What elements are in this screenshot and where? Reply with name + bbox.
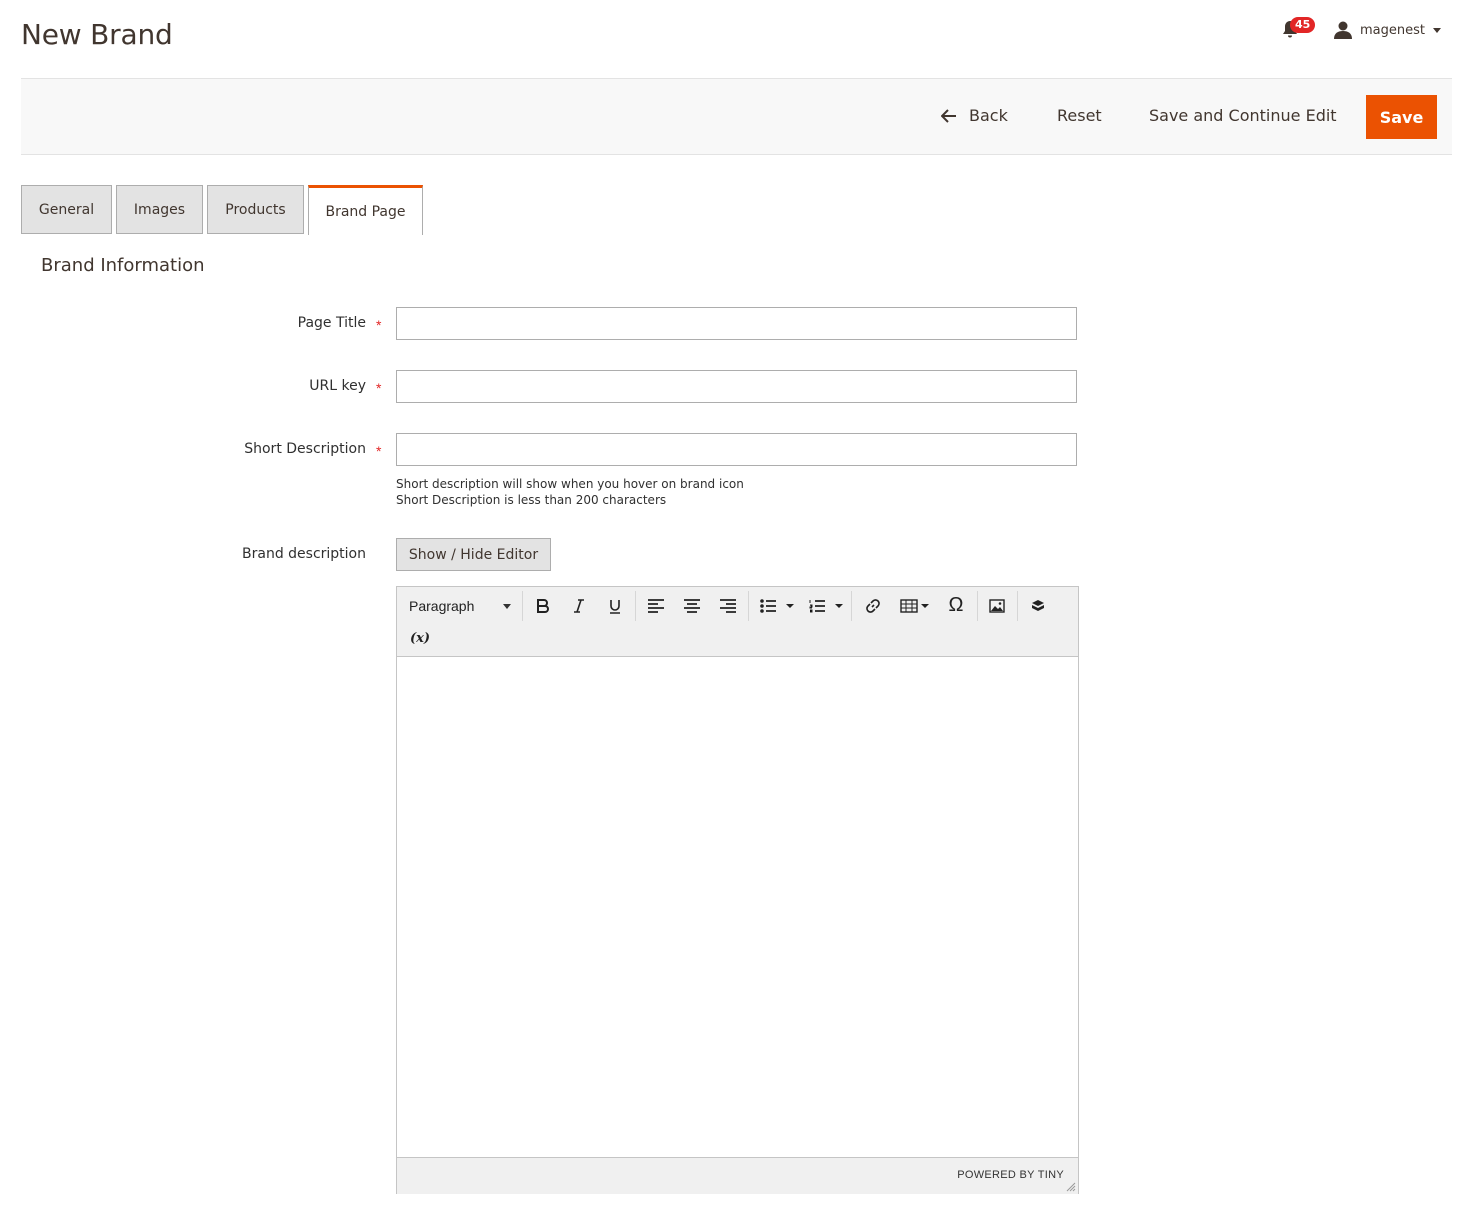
chevron-down-icon	[503, 603, 511, 609]
chevron-down-icon	[1433, 27, 1441, 33]
toolbar-divider	[851, 591, 852, 621]
align-left-icon[interactable]	[646, 595, 666, 617]
reset-button[interactable]: Reset	[1057, 106, 1102, 125]
image-icon[interactable]	[987, 595, 1007, 617]
wysiwyg-editor: Paragraph Ω (x) POWERED BY TINY	[396, 586, 1079, 1194]
tab-images[interactable]: Images	[116, 185, 203, 234]
tab-bar: General Images Products Brand Page	[21, 185, 427, 235]
short-description-note-1: Short description will show when you hov…	[396, 477, 744, 491]
back-button[interactable]: Back	[941, 106, 1008, 125]
format-select[interactable]: Paragraph	[401, 594, 519, 618]
editor-toolbar: Paragraph Ω (x)	[397, 587, 1078, 657]
tab-products[interactable]: Products	[207, 185, 304, 234]
bold-icon[interactable]	[533, 595, 553, 617]
brand-description-label: Brand description	[242, 546, 366, 562]
align-right-icon[interactable]	[718, 595, 738, 617]
toolbar-divider	[977, 591, 978, 621]
page-title-input[interactable]	[396, 307, 1077, 340]
numbered-list-icon[interactable]	[807, 595, 845, 617]
show-hide-editor-button[interactable]: Show / Hide Editor	[396, 538, 551, 571]
powered-by-link[interactable]: POWERED BY TINY	[957, 1169, 1064, 1181]
user-menu[interactable]: magenest	[1334, 21, 1441, 39]
italic-icon[interactable]	[569, 595, 589, 617]
short-description-input[interactable]	[396, 433, 1077, 466]
tab-general[interactable]: General	[21, 185, 112, 234]
tab-brand-page[interactable]: Brand Page	[308, 185, 423, 235]
toolbar-divider	[635, 591, 636, 621]
format-select-value: Paragraph	[409, 598, 475, 614]
page-title-label: Page Title	[297, 315, 366, 331]
required-marker: *	[376, 443, 382, 459]
section-title: Brand Information	[41, 255, 205, 276]
url-key-input[interactable]	[396, 370, 1077, 403]
variable-icon[interactable]: (x)	[409, 627, 431, 649]
required-marker: *	[376, 317, 382, 333]
toolbar-divider	[1017, 591, 1018, 621]
notification-count-badge: 45	[1290, 17, 1316, 33]
arrow-left-icon	[941, 108, 956, 123]
short-description-note-2: Short Description is less than 200 chara…	[396, 493, 667, 507]
resize-handle-icon[interactable]	[1066, 1182, 1076, 1192]
table-icon[interactable]	[899, 595, 931, 617]
editor-content-area[interactable]	[397, 657, 1078, 1157]
url-key-label: URL key	[309, 378, 366, 394]
user-icon	[1334, 21, 1352, 39]
toolbar-divider	[748, 591, 749, 621]
editor-statusbar: POWERED BY TINY	[397, 1157, 1078, 1194]
toolbar-divider	[522, 591, 523, 621]
back-label: Back	[969, 106, 1008, 125]
username: magenest	[1360, 22, 1425, 38]
special-char-icon[interactable]: Ω	[945, 593, 967, 617]
underline-icon[interactable]	[605, 595, 625, 617]
page-actions-bar: Back Reset Save and Continue Edit Save	[21, 78, 1452, 155]
align-center-icon[interactable]	[682, 595, 702, 617]
page-title: New Brand	[21, 18, 173, 51]
save-and-continue-button[interactable]: Save and Continue Edit	[1149, 106, 1337, 125]
header-actions: 45 magenest	[1280, 17, 1441, 42]
required-marker: *	[376, 380, 382, 396]
link-icon[interactable]	[863, 595, 883, 617]
notifications-button[interactable]: 45	[1280, 17, 1316, 42]
widget-icon[interactable]	[1028, 595, 1048, 617]
bullet-list-icon[interactable]	[758, 595, 796, 617]
short-description-label: Short Description	[244, 441, 366, 457]
save-button[interactable]: Save	[1366, 95, 1437, 139]
